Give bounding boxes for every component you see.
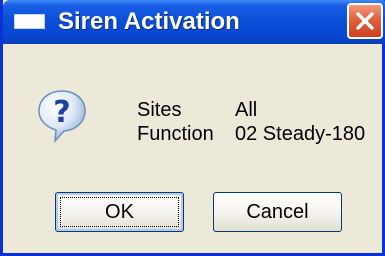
sites-value: All [235,99,258,121]
title-bar[interactable]: Siren Activation [3,0,385,44]
close-button[interactable] [347,3,383,39]
question-icon: ? [38,90,86,143]
dialog-window: Siren Activation ? Sites All Function 02… [0,0,385,256]
window-icon [14,14,45,29]
function-value: 02 Steady-180 [235,123,366,145]
focus-rectangle [60,197,179,227]
cancel-button[interactable]: Cancel [213,192,342,232]
cancel-button-label: Cancel [246,200,309,223]
sites-label: Sites [137,99,182,121]
svg-text:?: ? [53,95,70,130]
close-icon [356,12,374,30]
window-title: Siren Activation [58,8,240,35]
function-label: Function [137,123,214,145]
ok-button[interactable]: OK [55,192,184,232]
